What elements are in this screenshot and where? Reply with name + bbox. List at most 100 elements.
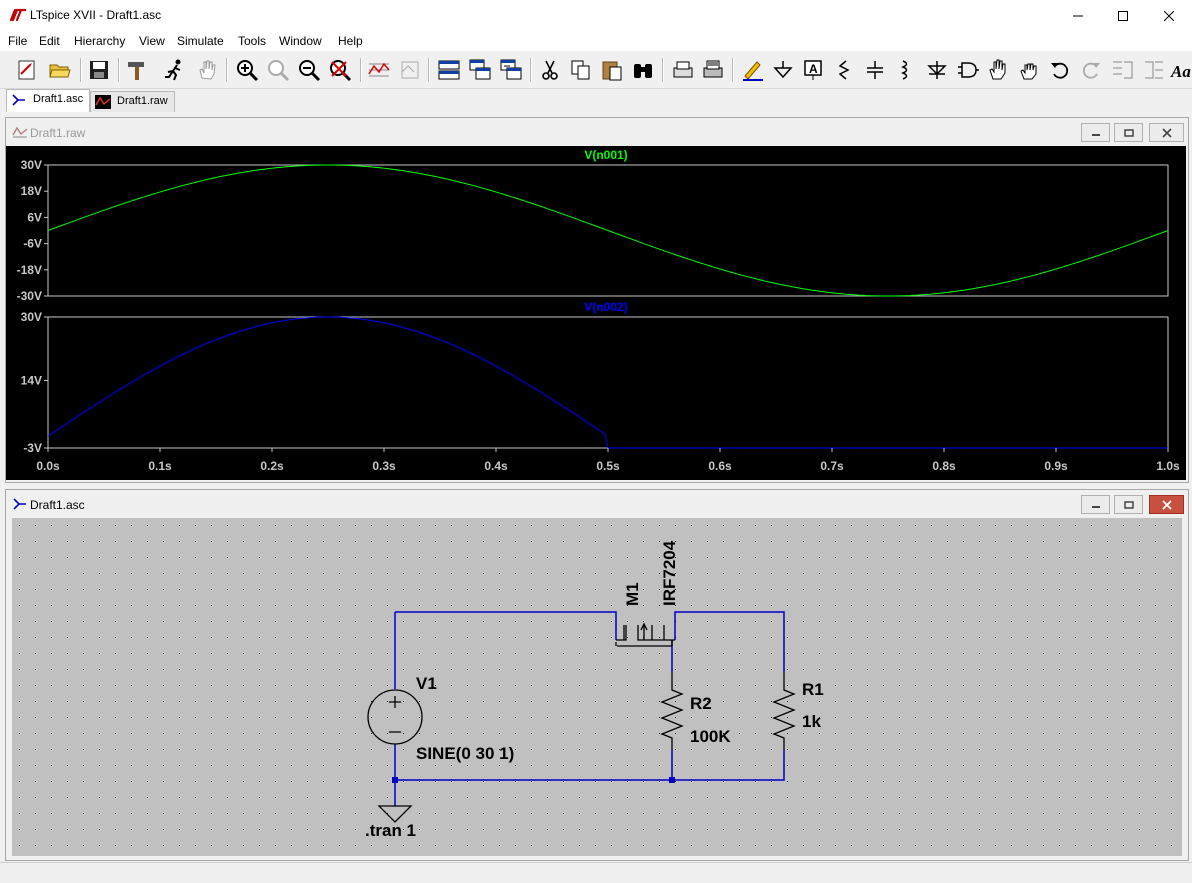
source-value-label[interactable]: SINE(0 30 1) (416, 744, 514, 763)
rotate-button[interactable] (1109, 57, 1135, 83)
menu-view[interactable]: View (139, 34, 165, 48)
waveform-plot: V(n001) 30V 18V 6V -6V -18V -30V V(n002) 30V 1… (6, 146, 1186, 480)
paste-button[interactable] (599, 57, 625, 83)
halt-button[interactable] (194, 57, 220, 83)
menu-window[interactable]: Window (279, 34, 322, 48)
capacitor-button[interactable] (862, 57, 888, 83)
save-button[interactable] (86, 57, 112, 83)
control-panel-button[interactable] (124, 57, 150, 83)
diode-button[interactable] (924, 57, 950, 83)
text-button[interactable]: Aa (1168, 57, 1192, 83)
tile-horizontal-button[interactable] (436, 57, 462, 83)
text-icon: Aa (1170, 62, 1191, 81)
mirror-button[interactable] (1140, 57, 1166, 83)
resistor-button[interactable] (831, 57, 857, 83)
pan-button[interactable] (265, 57, 291, 83)
xtick-label: 0.1s (148, 459, 172, 473)
minimize-icon (1091, 133, 1100, 136)
tab-draft1-asc[interactable]: Draft1.asc (6, 89, 91, 112)
waveform-minimize-button[interactable] (1081, 123, 1110, 142)
zoom-fit-button[interactable] (327, 57, 353, 83)
r2-value-label[interactable]: 100K (690, 727, 731, 746)
draw-wire-button[interactable] (740, 57, 766, 83)
autorange-button[interactable] (366, 57, 392, 83)
r1-name-label[interactable]: R1 (802, 680, 824, 699)
schematic-minimize-button[interactable] (1081, 495, 1110, 514)
zoom-out-button[interactable] (296, 57, 322, 83)
menu-edit[interactable]: Edit (39, 34, 60, 48)
label-net-button[interactable]: A (800, 57, 826, 83)
menu-help[interactable]: Help (338, 34, 363, 48)
copy-button[interactable] (568, 57, 594, 83)
close-button[interactable] (1146, 0, 1192, 31)
xtick-label: 0.5s (596, 459, 620, 473)
pane1-ytick-label: 30V (21, 158, 42, 172)
hand-icon (199, 60, 216, 80)
document-tabs: Draft1.asc Draft1.raw (0, 89, 1192, 112)
binoculars-icon (634, 64, 652, 78)
schematic-restore-button[interactable] (1114, 495, 1143, 514)
zoom-in-button[interactable] (234, 57, 260, 83)
junction-dot (392, 777, 398, 783)
waveform-icon (95, 95, 111, 109)
maximize-button[interactable] (1100, 0, 1146, 31)
pane2-ytick-label: -3V (23, 441, 42, 455)
pick-visible-button[interactable] (397, 57, 423, 83)
diode-icon (927, 61, 947, 79)
redo-button[interactable] (1078, 57, 1104, 83)
menu-simulate[interactable]: Simulate (177, 34, 224, 48)
tran-directive[interactable]: .tran 1 (365, 821, 416, 840)
svg-text:A: A (809, 62, 818, 76)
xtick-label: 0.2s (260, 459, 284, 473)
menu-bar: File Edit Hierarchy View Simulate Tools … (0, 31, 1192, 51)
xtick-label: 0.8s (932, 459, 956, 473)
mosfet-model-label[interactable]: IRF7204 (660, 540, 679, 606)
print-button[interactable] (700, 57, 726, 83)
move-hand-icon (989, 59, 1006, 80)
running-man-icon (165, 59, 181, 81)
minimize-icon (1091, 505, 1100, 508)
trace-label-vn002[interactable]: V(n002) (584, 300, 627, 314)
menu-tools[interactable]: Tools (238, 34, 266, 48)
print-preview-button[interactable] (670, 57, 696, 83)
zoom-fit-icon (330, 60, 352, 82)
schematic-close-button[interactable] (1149, 495, 1184, 514)
waveform-restore-button[interactable] (1114, 123, 1143, 142)
new-schematic-button[interactable] (14, 57, 40, 83)
tab-draft1-raw[interactable]: Draft1.raw (90, 91, 175, 112)
open-button[interactable] (47, 57, 73, 83)
schematic-window-title: Draft1.asc (30, 498, 85, 512)
zoom-out-icon (299, 60, 321, 82)
trace-label-vn001[interactable]: V(n001) (584, 148, 627, 162)
r2-name-label[interactable]: R2 (690, 694, 712, 713)
menu-hierarchy[interactable]: Hierarchy (74, 34, 125, 48)
move-button[interactable] (985, 57, 1011, 83)
source-name-label[interactable]: V1 (416, 674, 437, 693)
r1-value-label[interactable]: 1k (802, 712, 821, 731)
minimize-button[interactable] (1055, 0, 1101, 31)
cut-button[interactable] (537, 57, 563, 83)
menu-file[interactable]: File (8, 34, 27, 48)
undo-button[interactable] (1047, 57, 1073, 83)
run-button[interactable] (162, 57, 188, 83)
schematic-window-titlebar: Draft1.asc (6, 490, 1188, 518)
xtick-label: 0.0s (36, 459, 60, 473)
waveform-window-icon (12, 126, 28, 138)
mosfet-name-label[interactable]: M1 (623, 582, 642, 606)
schematic-canvas[interactable]: M1 IRF7204 V1 SINE(0 30 1) R2 100K R1 1k… (12, 518, 1182, 856)
drag-hand-icon (1020, 63, 1037, 80)
cascade-button[interactable] (467, 57, 493, 83)
xtick-label: 0.3s (372, 459, 396, 473)
find-button[interactable] (630, 57, 656, 83)
inductor-button[interactable] (892, 57, 918, 83)
close-icon (1161, 127, 1172, 138)
pane2-ytick-label: 30V (21, 310, 42, 324)
graph-icon (368, 62, 390, 77)
component-button[interactable] (955, 57, 981, 83)
ground-button[interactable] (770, 57, 796, 83)
xtick-label: 1.0s (1156, 459, 1180, 473)
waveform-close-button[interactable] (1149, 123, 1184, 142)
tile-vertical-button[interactable] (498, 57, 524, 83)
zoom-icon (268, 60, 290, 82)
drag-button[interactable] (1016, 57, 1042, 83)
